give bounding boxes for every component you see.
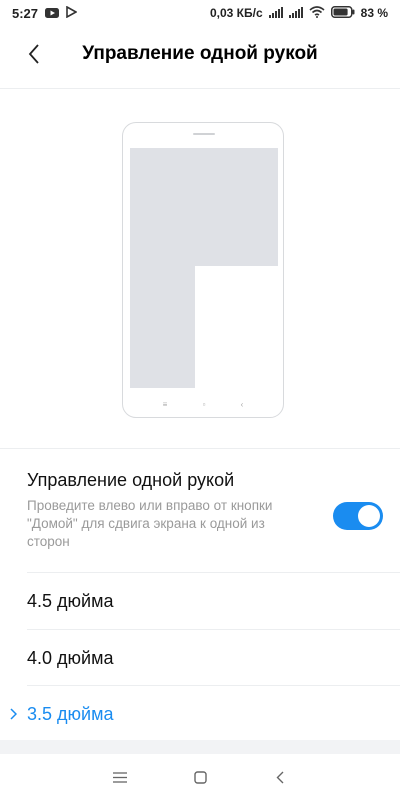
divider [0,448,400,449]
play-store-icon [66,5,78,21]
divider [27,572,400,573]
chevron-left-icon [28,44,39,64]
option-4-0-inch[interactable]: 4.0 дюйма [27,631,400,686]
system-navigation-bar [0,754,400,800]
back-icon: ‹ [240,400,244,409]
chevron-right-icon [10,707,18,723]
signal-icon [288,6,303,21]
network-speed: 0,03 КБ/с [209,6,263,20]
divider [27,629,400,630]
home-icon [193,770,207,784]
reduced-screen-window [195,266,278,413]
option-3-5-inch[interactable]: 3.5 дюйма [10,687,400,742]
page-title: Управление одной рукой [82,43,318,64]
toggle-knob [358,505,380,527]
option-label: 4.5 дюйма [27,591,114,611]
signal-icon [268,6,283,21]
status-bar: 5:27 0,03 КБ/с 83 % [0,0,400,26]
phone-speaker [193,133,215,135]
bottom-spacer [0,740,400,754]
one-handed-mode-setting: Управление одной рукой Проведите влево и… [27,470,385,562]
one-handed-mode-illustration: ≡ ▫ ‹ [122,122,284,418]
divider [27,685,400,686]
back-nav-button[interactable] [260,757,300,797]
divider [0,88,400,89]
home-button[interactable] [180,757,220,797]
home-icon: ▫ [202,400,206,409]
youtube-icon [45,6,60,21]
back-icon [276,771,284,783]
phone-frame: ≡ ▫ ‹ [122,122,284,418]
menu-button[interactable] [100,757,140,797]
header: Управление одной рукой [0,26,400,82]
status-time: 5:27 [12,5,39,21]
menu-icon [113,771,127,783]
wifi-icon [309,5,325,21]
menu-icon: ≡ [162,400,168,409]
back-button[interactable] [12,32,56,76]
setting-description: Проведите влево или вправо от кнопки "До… [27,498,273,549]
option-label: 4.0 дюйма [27,648,114,668]
battery-percent: 83 % [360,6,388,20]
setting-title: Управление одной рукой [27,470,235,490]
battery-icon [330,5,355,21]
phone-screen [130,148,278,413]
option-4-5-inch[interactable]: 4.5 дюйма [27,574,400,629]
one-handed-mode-toggle[interactable] [333,502,383,530]
option-label: 3.5 дюйма [27,704,114,724]
phone-nav-keys: ≡ ▫ ‹ [123,400,283,409]
